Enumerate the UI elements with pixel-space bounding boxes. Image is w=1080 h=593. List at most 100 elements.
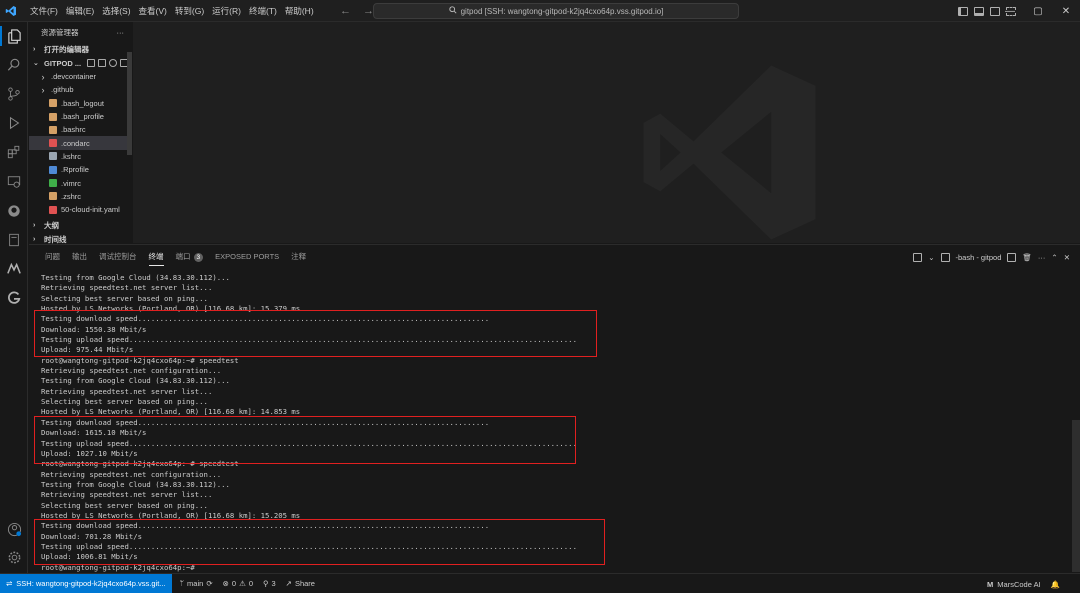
back-arrow-icon[interactable]: ← <box>340 5 351 17</box>
notifications-icon[interactable]: 🔔 <box>1051 580 1060 589</box>
gitlens-icon[interactable] <box>5 289 23 307</box>
close-panel-icon[interactable]: ✕ <box>1064 253 1070 262</box>
terminal-icon[interactable] <box>940 252 950 262</box>
problems-status[interactable]: ⊗ 0 ⚠ 0 <box>223 579 253 588</box>
chevron-right-icon: › <box>41 71 45 82</box>
branch-icon: ᛘ <box>179 579 185 588</box>
menu-item[interactable]: 编辑(E) <box>62 0 98 22</box>
remote-explorer-icon[interactable] <box>5 173 23 191</box>
tree-item-label: .bashrc <box>61 125 86 135</box>
marscode-icon: M <box>987 579 994 589</box>
tree-item-label: .devcontainer <box>51 72 97 82</box>
sidebar-scrollbar[interactable] <box>127 52 132 155</box>
panel-tab[interactable]: 注释 <box>285 248 312 266</box>
tree-folder[interactable]: › .devcontainer <box>29 70 132 83</box>
menu-item[interactable]: 文件(F) <box>26 0 62 22</box>
assistant-label: MarsCode AI <box>997 579 1041 589</box>
panel-tab[interactable]: 调试控制台 <box>93 248 143 266</box>
tree-folder[interactable]: › .github <box>29 83 132 96</box>
new-folder-icon[interactable] <box>98 59 107 67</box>
search-icon[interactable] <box>5 56 23 74</box>
share-status[interactable]: ↗ Share <box>286 579 315 588</box>
toggle-sidebar-icon[interactable] <box>958 6 968 16</box>
panel-tab[interactable]: 输出 <box>66 248 93 266</box>
menu-item[interactable]: 选择(S) <box>98 0 134 22</box>
error-count: 0 <box>231 579 237 588</box>
terminal-line: Selecting best server based on ping... <box>41 500 208 510</box>
split-terminal-icon[interactable] <box>913 252 923 262</box>
close-icon[interactable]: ✕ <box>1052 6 1080 17</box>
r-icon <box>49 165 57 174</box>
ports-status[interactable]: ⚲ 3 <box>263 579 276 588</box>
window-controls: — ▢ ✕ <box>996 0 1080 22</box>
activity-bar <box>0 22 28 573</box>
tree-item-label: .github <box>51 85 74 95</box>
more-actions-icon[interactable]: ··· <box>117 28 125 37</box>
panel-tab[interactable]: 问题 <box>39 248 66 266</box>
remote-indicator[interactable]: ⇌ SSH: wangtong-gitpod-k2jq4cxo64p.vss.g… <box>0 573 172 593</box>
panel-tab[interactable]: EXPOSED PORTS <box>209 248 285 266</box>
toggle-panel-icon[interactable] <box>974 6 984 16</box>
maximize-icon[interactable]: ▢ <box>1024 6 1052 17</box>
tree-item-label: .zshrc <box>61 191 82 201</box>
menu-item[interactable]: 终端(T) <box>245 0 281 22</box>
open-editors-section[interactable]: › 打开的编辑器 <box>29 42 132 56</box>
more-actions-icon[interactable]: ··· <box>1038 253 1046 262</box>
ports-icon: ⚲ <box>262 579 269 588</box>
tree-file[interactable]: 50-cloud-init.yaml <box>29 203 132 216</box>
menu-item[interactable]: 查看(V) <box>135 0 171 22</box>
new-file-icon[interactable] <box>87 59 96 67</box>
tree-file[interactable]: .bash_profile <box>29 110 132 123</box>
command-center[interactable]: gitpod [SSH: wangtong-gitpod-k2jq4cxo64p… <box>373 3 739 19</box>
branch-label: main <box>187 579 204 588</box>
split-icon[interactable] <box>1007 252 1017 262</box>
notebook-icon[interactable] <box>5 231 23 249</box>
search-icon <box>448 6 457 16</box>
explorer-icon[interactable] <box>5 27 23 45</box>
panel-tab[interactable]: 终端 <box>143 248 170 266</box>
github-icon[interactable] <box>5 202 23 220</box>
vscode-watermark-icon <box>638 60 823 247</box>
marscode-icon[interactable] <box>5 260 23 278</box>
file-tree: › .devcontainer › .github .bash_logout .bash_… <box>29 70 132 216</box>
remote-label: SSH: wangtong-gitpod-k2jq4cxo64p.vss.git… <box>16 579 166 588</box>
terminal-name[interactable]: -bash - gitpod <box>956 253 1002 262</box>
minimize-icon[interactable]: — <box>996 6 1024 17</box>
source-control-icon[interactable] <box>5 85 23 103</box>
panel-tab[interactable]: 端口 3 <box>170 248 210 266</box>
tree-file[interactable]: .zshrc <box>29 190 132 203</box>
chevron-down-icon[interactable]: ⌄ <box>928 253 934 262</box>
folder-section[interactable]: ⌄ GITPOD ... <box>29 56 132 70</box>
menu-item[interactable]: 帮助(H) <box>281 0 318 22</box>
tree-file[interactable]: .bash_logout <box>29 97 132 110</box>
terminal-scrollbar[interactable] <box>1072 420 1080 572</box>
trash-icon[interactable]: 🗑 <box>1022 253 1032 262</box>
tree-file[interactable]: .kshrc <box>29 150 132 163</box>
assistant-status[interactable]: M MarsCode AI 🔔 <box>987 574 1060 593</box>
title-bar: 文件(F) 编辑(E) 选择(S) 查看(V) 转到(G) 运行(R) 终端(T) 帮助(H)… <box>0 0 1080 22</box>
highlight-box <box>34 416 576 464</box>
folder-label: GITPOD ... <box>44 58 82 68</box>
panel-tab-label: 端口 <box>175 252 191 261</box>
chevron-up-icon[interactable]: ⌃ <box>1051 253 1057 262</box>
outline-section[interactable]: › 大纲 <box>29 218 132 232</box>
extensions-icon[interactable] <box>5 143 23 161</box>
chevron-right-icon: › <box>33 45 36 53</box>
tree-file[interactable]: .vimrc <box>29 176 132 189</box>
chevron-right-icon: › <box>41 84 45 95</box>
tree-file[interactable]: .bashrc <box>29 123 132 136</box>
open-editors-label: 打开的编辑器 <box>44 44 89 54</box>
warning-count: 0 <box>248 579 253 588</box>
tree-item-label: .kshrc <box>61 151 82 161</box>
tree-item-label: 50-cloud-init.yaml <box>61 205 120 215</box>
tree-file[interactable]: .condarc <box>29 136 132 150</box>
menu-item[interactable]: 转到(G) <box>171 0 208 22</box>
tree-file[interactable]: .Rprofile <box>29 163 132 176</box>
run-debug-icon[interactable] <box>5 114 23 132</box>
refresh-icon[interactable] <box>109 59 118 67</box>
branch-status[interactable]: ᛘ main ⟳ <box>180 579 213 588</box>
panel-tab-label: 问题 <box>45 252 60 261</box>
menu-item[interactable]: 运行(R) <box>208 0 245 22</box>
accounts-icon[interactable] <box>5 520 23 538</box>
settings-gear-icon[interactable] <box>5 548 23 566</box>
